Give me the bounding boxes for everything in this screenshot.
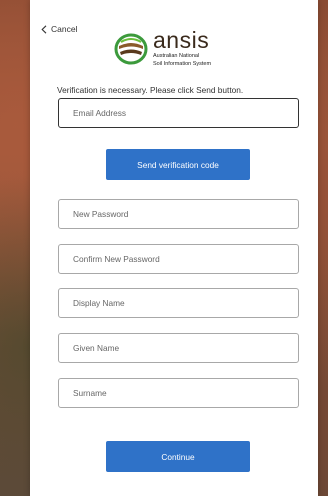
surname-field[interactable] (58, 378, 299, 408)
cancel-link[interactable]: Cancel (41, 24, 77, 34)
logo-wordmark: ansis (153, 27, 210, 53)
verification-notice: Verification is necessary. Please click … (57, 85, 244, 95)
cancel-label: Cancel (51, 24, 78, 34)
signup-panel: Cancel ansis Australian National Soil In… (30, 0, 318, 496)
new-password-field[interactable] (58, 199, 299, 229)
email-field[interactable] (58, 98, 299, 128)
logo-subtitle-1: Australian National (153, 53, 200, 59)
continue-button[interactable]: Continue (106, 441, 250, 472)
ansis-logo-icon (114, 33, 148, 64)
given-name-field[interactable] (58, 333, 299, 363)
logo-subtitle-2: Soil Information System (153, 61, 212, 67)
display-name-field[interactable] (58, 288, 299, 318)
send-verification-code-button[interactable]: Send verification code (106, 149, 250, 180)
chevron-left-icon (41, 24, 47, 34)
confirm-password-field[interactable] (58, 244, 299, 274)
ansis-logo: ansis Australian National Soil Informati… (113, 29, 211, 68)
